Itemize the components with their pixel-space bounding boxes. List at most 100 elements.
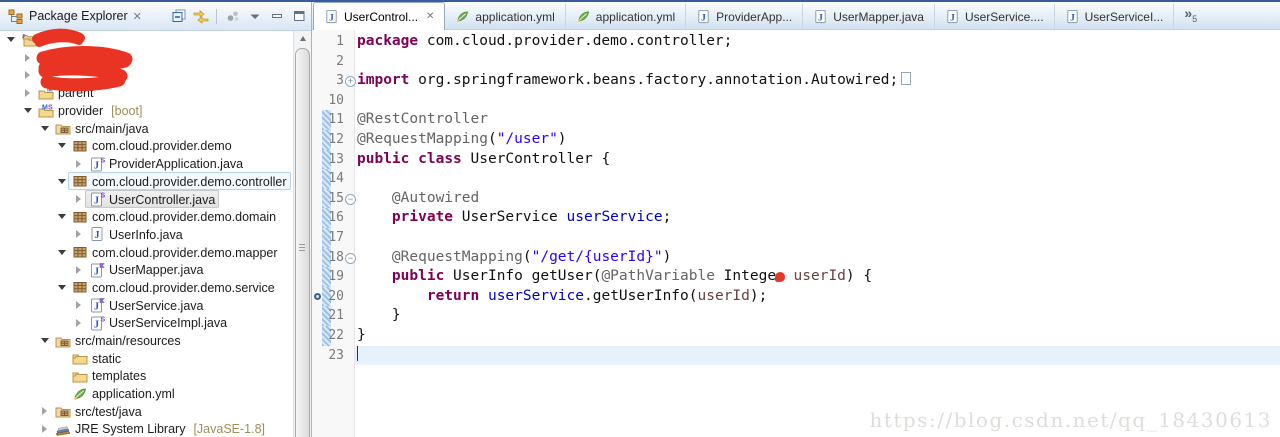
tree-item-content[interactable]: application.yml [68,385,179,403]
gutter-cell[interactable]: 2 [312,52,355,72]
tree-item[interactable]: static [0,349,294,367]
gutter-cell[interactable]: 19 [312,267,355,287]
tree-item[interactable]: J UserMapper.java [0,261,294,279]
tree-expanded-arrow-icon[interactable] [56,281,68,294]
tree-item-content[interactable]: src/main/resources [51,332,185,350]
tree-item[interactable]: J S ProviderApplication.java [0,155,294,173]
tree-item[interactable]: Mparent [0,84,294,102]
gutter-cell[interactable]: 1 [312,32,355,52]
fold-expand-icon[interactable]: + [345,76,356,88]
tree-expanded-arrow-icon[interactable] [39,122,51,135]
gutter-cell[interactable]: 14 [312,169,355,189]
code-line[interactable]: 16 private UserService userService; [312,208,1280,228]
tree-collapsed-arrow-icon[interactable] [22,88,34,97]
code-text[interactable]: private UserService userService; [355,208,1280,228]
code-line[interactable]: 13 public class UserController { [312,149,1280,170]
code-line[interactable]: 11 @RestController [312,110,1280,130]
tree-item-content[interactable]: src/test/java [51,402,146,420]
tab-close-icon[interactable]: ✕ [426,11,434,22]
minimize-button[interactable] [267,7,286,26]
gutter-cell[interactable]: 21 [312,306,355,326]
focus-dots-button[interactable] [223,7,242,26]
gutter-cell[interactable]: 11 [312,110,355,130]
tree-item-content[interactable]: J UserService.java [85,296,207,314]
code-line[interactable]: 17 [312,227,1280,248]
tree-item[interactable]: com.cloud.provider.demo.service [0,279,294,297]
code-text[interactable]: return userService.getUserInfo(userId); [355,287,1280,307]
tree-item-content[interactable]: com.cloud.provider.demo.service [68,278,279,296]
tree-item[interactable]: src/main/java [0,119,294,137]
tree-item[interactable]: com.cloud.provider.demo.controller [0,172,294,191]
gutter-cell[interactable]: 18− [312,247,356,268]
tree-item-content[interactable] [34,49,42,67]
fold-collapse-icon[interactable]: − [345,252,356,264]
tree-expanded-arrow-icon[interactable] [56,175,68,188]
code-text[interactable]: @RequestMapping("/get/{userId}") [355,248,1280,268]
tree-collapsed-arrow-icon[interactable] [73,195,85,204]
code-line[interactable]: 19 public UserInfo getUser(@PathVariable… [312,267,1280,287]
link-with-editor-button[interactable] [191,7,210,26]
editor-tab-application-yml[interactable]: application.yml [445,4,566,29]
view-menu-button[interactable] [245,7,264,26]
package-explorer-view-tab[interactable]: Package Explorer ✕ [0,8,150,24]
editor-tab-userservice-[interactable]: J UserService.... [935,4,1055,29]
tree-item[interactable]: templates [0,367,294,385]
tree-expanded-arrow-icon[interactable] [56,246,68,259]
tree-item[interactable]: J UserInfo.java [0,226,294,244]
tree-collapsed-arrow-icon[interactable] [22,71,34,80]
code-text[interactable] [355,169,1280,189]
tree-item-content[interactable]: M S provider [boot] [34,102,146,120]
code-line[interactable]: 23 [312,345,1280,366]
gutter-cell[interactable]: 13 [312,149,355,170]
tree-item-content[interactable]: JRE System Library [JavaSE-1.8] [51,420,269,437]
gutter-cell[interactable]: 10 [312,91,355,111]
tree-collapsed-arrow-icon[interactable] [73,230,85,239]
scrollbar-thumb[interactable] [295,48,310,437]
tree-item-content[interactable]: templates [68,367,150,385]
explorer-scrollbar[interactable] [293,31,311,437]
code-line[interactable]: 12 @RequestMapping("/user") [312,129,1280,150]
collapse-all-button[interactable] [169,7,188,26]
tree-item[interactable]: com.cloud.provider.demo.domain [0,208,294,226]
tree-item-content[interactable]: com.cloud.provider.demo.domain [68,208,280,226]
code-line[interactable]: 10 [312,91,1280,111]
tree-expanded-arrow-icon[interactable] [5,33,17,46]
tree-item[interactable]: application.yml [0,385,294,403]
tree-item-content[interactable]: J UserMapper.java [85,261,208,279]
tree-collapsed-arrow-icon[interactable] [73,265,85,274]
tree-item[interactable]: J S UserServiceImpl.java [0,314,294,332]
code-line[interactable]: 22} [312,325,1280,346]
tree-item[interactable]: com.cloud.provider.demo.mapper [0,243,294,261]
tree-item[interactable]: JRE System Library [JavaSE-1.8] [0,420,294,437]
gutter-cell[interactable]: 20 [312,286,355,307]
code-line[interactable]: 21 } [312,306,1280,326]
tree-item-content[interactable]: com.cloud.provider.demo.mapper [68,243,282,261]
tree-expanded-arrow-icon[interactable] [22,104,34,117]
tree-item-content[interactable]: com.cloud.provider.demo [68,137,236,155]
tree-item-content[interactable]: J [17,31,45,49]
fold-collapse-icon[interactable]: − [345,193,356,205]
code-text[interactable]: import org.springframework.beans.factory… [355,71,1280,91]
gutter-cell[interactable]: 12 [312,129,355,150]
code-text[interactable] [355,228,1280,248]
editor-tab-providerapp-[interactable]: J ProviderApp... [686,4,804,29]
tree-item-content[interactable]: static [68,349,125,367]
code-text[interactable]: @Autowired [355,189,1280,209]
gutter-cell[interactable]: 17 [312,227,355,248]
scrollbar-up-icon[interactable] [294,31,311,46]
code-line[interactable]: 18− @RequestMapping("/get/{userId}") [312,247,1280,268]
code-text[interactable]: @RequestMapping("/user") [355,130,1280,150]
code-line[interactable]: 3 + import org.springframework.beans.facto… [312,71,1280,91]
tree-item[interactable]: J UserService.java [0,296,294,314]
gutter-cell[interactable]: 3 + [312,71,356,91]
editor-tab-application-yml[interactable]: application.yml [566,4,687,29]
tree-collapsed-arrow-icon[interactable] [39,424,51,433]
code-text[interactable]: } [355,326,1280,346]
gutter-cell[interactable]: 22 [312,325,355,346]
tree-item-content[interactable]: J UserInfo.java [85,225,187,243]
code-editor[interactable]: 1 package com.cloud.provider.demo.control… [312,30,1280,437]
tree-item-content[interactable]: J S UserServiceImpl.java [85,314,231,332]
tree-item[interactable]: src/main/resources [0,332,294,350]
view-close-icon[interactable]: ✕ [133,10,142,23]
gutter-cell[interactable]: 16 [312,208,355,228]
